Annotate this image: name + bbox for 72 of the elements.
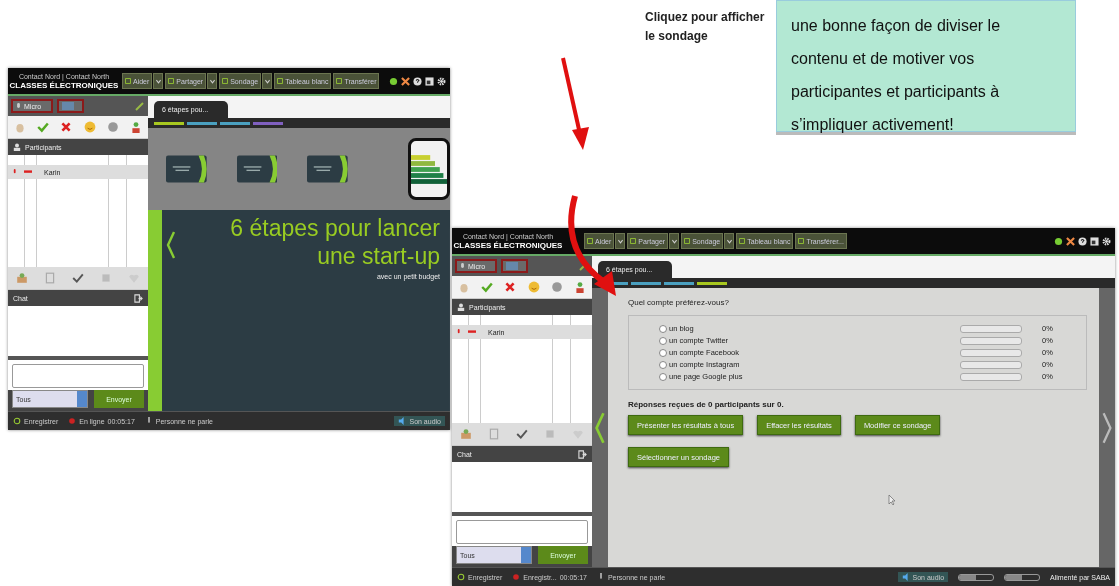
caret-icon xyxy=(263,77,271,85)
radio-button[interactable] xyxy=(659,372,667,381)
power-icon[interactable] xyxy=(457,573,465,581)
camera-icon xyxy=(62,102,75,110)
help-icon[interactable] xyxy=(1078,236,1087,246)
smiley-icon[interactable] xyxy=(527,281,540,293)
exit-icon[interactable] xyxy=(578,449,587,459)
poll-question: Quel compte préférez-vous? xyxy=(628,298,730,307)
camera-icon xyxy=(506,262,519,270)
person-icon[interactable] xyxy=(130,121,143,133)
smiley-icon[interactable] xyxy=(83,121,96,133)
dropdown-button[interactable] xyxy=(153,73,164,89)
caret-icon xyxy=(670,237,678,245)
microphone-icon xyxy=(12,168,18,176)
status-dot-icon[interactable] xyxy=(1054,236,1063,246)
slide-title: 6 étapes pour lancer xyxy=(230,214,440,242)
power-icon[interactable] xyxy=(13,417,21,425)
volume-slider[interactable] xyxy=(958,573,995,581)
dropdown-button[interactable] xyxy=(262,73,273,89)
check-icon[interactable] xyxy=(37,121,49,133)
speaker-icon[interactable] xyxy=(398,417,407,425)
radio-button[interactable] xyxy=(659,348,667,357)
close-icon[interactable] xyxy=(401,76,410,86)
help-icon[interactable] xyxy=(413,76,422,86)
bar-chart-icon[interactable] xyxy=(411,154,447,184)
caret-icon xyxy=(616,237,624,245)
pencil-icon[interactable] xyxy=(135,101,145,111)
cross-icon[interactable] xyxy=(60,121,73,133)
check-icon[interactable] xyxy=(516,428,528,440)
clock-icon[interactable] xyxy=(106,121,119,133)
camera-button[interactable] xyxy=(501,259,529,273)
person-icon xyxy=(13,143,21,151)
radio-button[interactable] xyxy=(659,360,667,369)
check-icon[interactable] xyxy=(72,272,84,284)
record-icon[interactable] xyxy=(512,573,521,581)
camera-button[interactable] xyxy=(57,99,85,113)
cursor-icon xyxy=(888,494,896,506)
callout-text: Cliquez pour afficher le sondage xyxy=(645,9,766,45)
radio-button[interactable] xyxy=(659,324,667,333)
settings-icon[interactable] xyxy=(1102,236,1111,246)
settings-icon[interactable] xyxy=(437,76,446,86)
caret-icon xyxy=(154,77,162,85)
exit-icon[interactable] xyxy=(134,293,143,303)
caret-icon xyxy=(725,237,733,245)
window-icon[interactable] xyxy=(425,76,434,86)
chat-input-field[interactable] xyxy=(12,364,144,388)
microphone-icon xyxy=(459,261,466,271)
person-icon xyxy=(457,303,465,311)
check-icon[interactable] xyxy=(481,281,493,293)
record-icon[interactable] xyxy=(68,417,77,425)
window-icon[interactable] xyxy=(1090,236,1099,246)
chat-input-field[interactable] xyxy=(456,520,588,544)
radio-button[interactable] xyxy=(659,336,667,345)
response-summary: Réponses reçues de 0 participants sur 0. xyxy=(628,400,785,409)
slide-title: une start-up xyxy=(317,242,440,270)
speaker-icon[interactable] xyxy=(901,573,910,581)
bar-icon xyxy=(24,168,32,176)
note-box: une bonne façon de diviser le contenu et de motiver vos participantes et participants à s’impliquer activement! xyxy=(776,0,1076,132)
microphone-icon xyxy=(15,101,22,111)
microphone-icon xyxy=(456,328,462,336)
dropdown-button[interactable] xyxy=(207,73,218,89)
dropdown-button[interactable] xyxy=(724,233,735,249)
dropdown-button[interactable] xyxy=(669,233,680,249)
clock-icon[interactable] xyxy=(550,281,563,293)
person-icon[interactable] xyxy=(574,281,587,293)
bar-icon xyxy=(468,328,476,336)
volume-slider[interactable] xyxy=(1004,573,1041,581)
dropdown-button[interactable] xyxy=(615,233,626,249)
close-icon[interactable] xyxy=(1066,236,1075,246)
cross-icon[interactable] xyxy=(504,281,517,293)
caret-icon xyxy=(208,77,216,85)
status-dot-icon[interactable] xyxy=(389,76,398,86)
